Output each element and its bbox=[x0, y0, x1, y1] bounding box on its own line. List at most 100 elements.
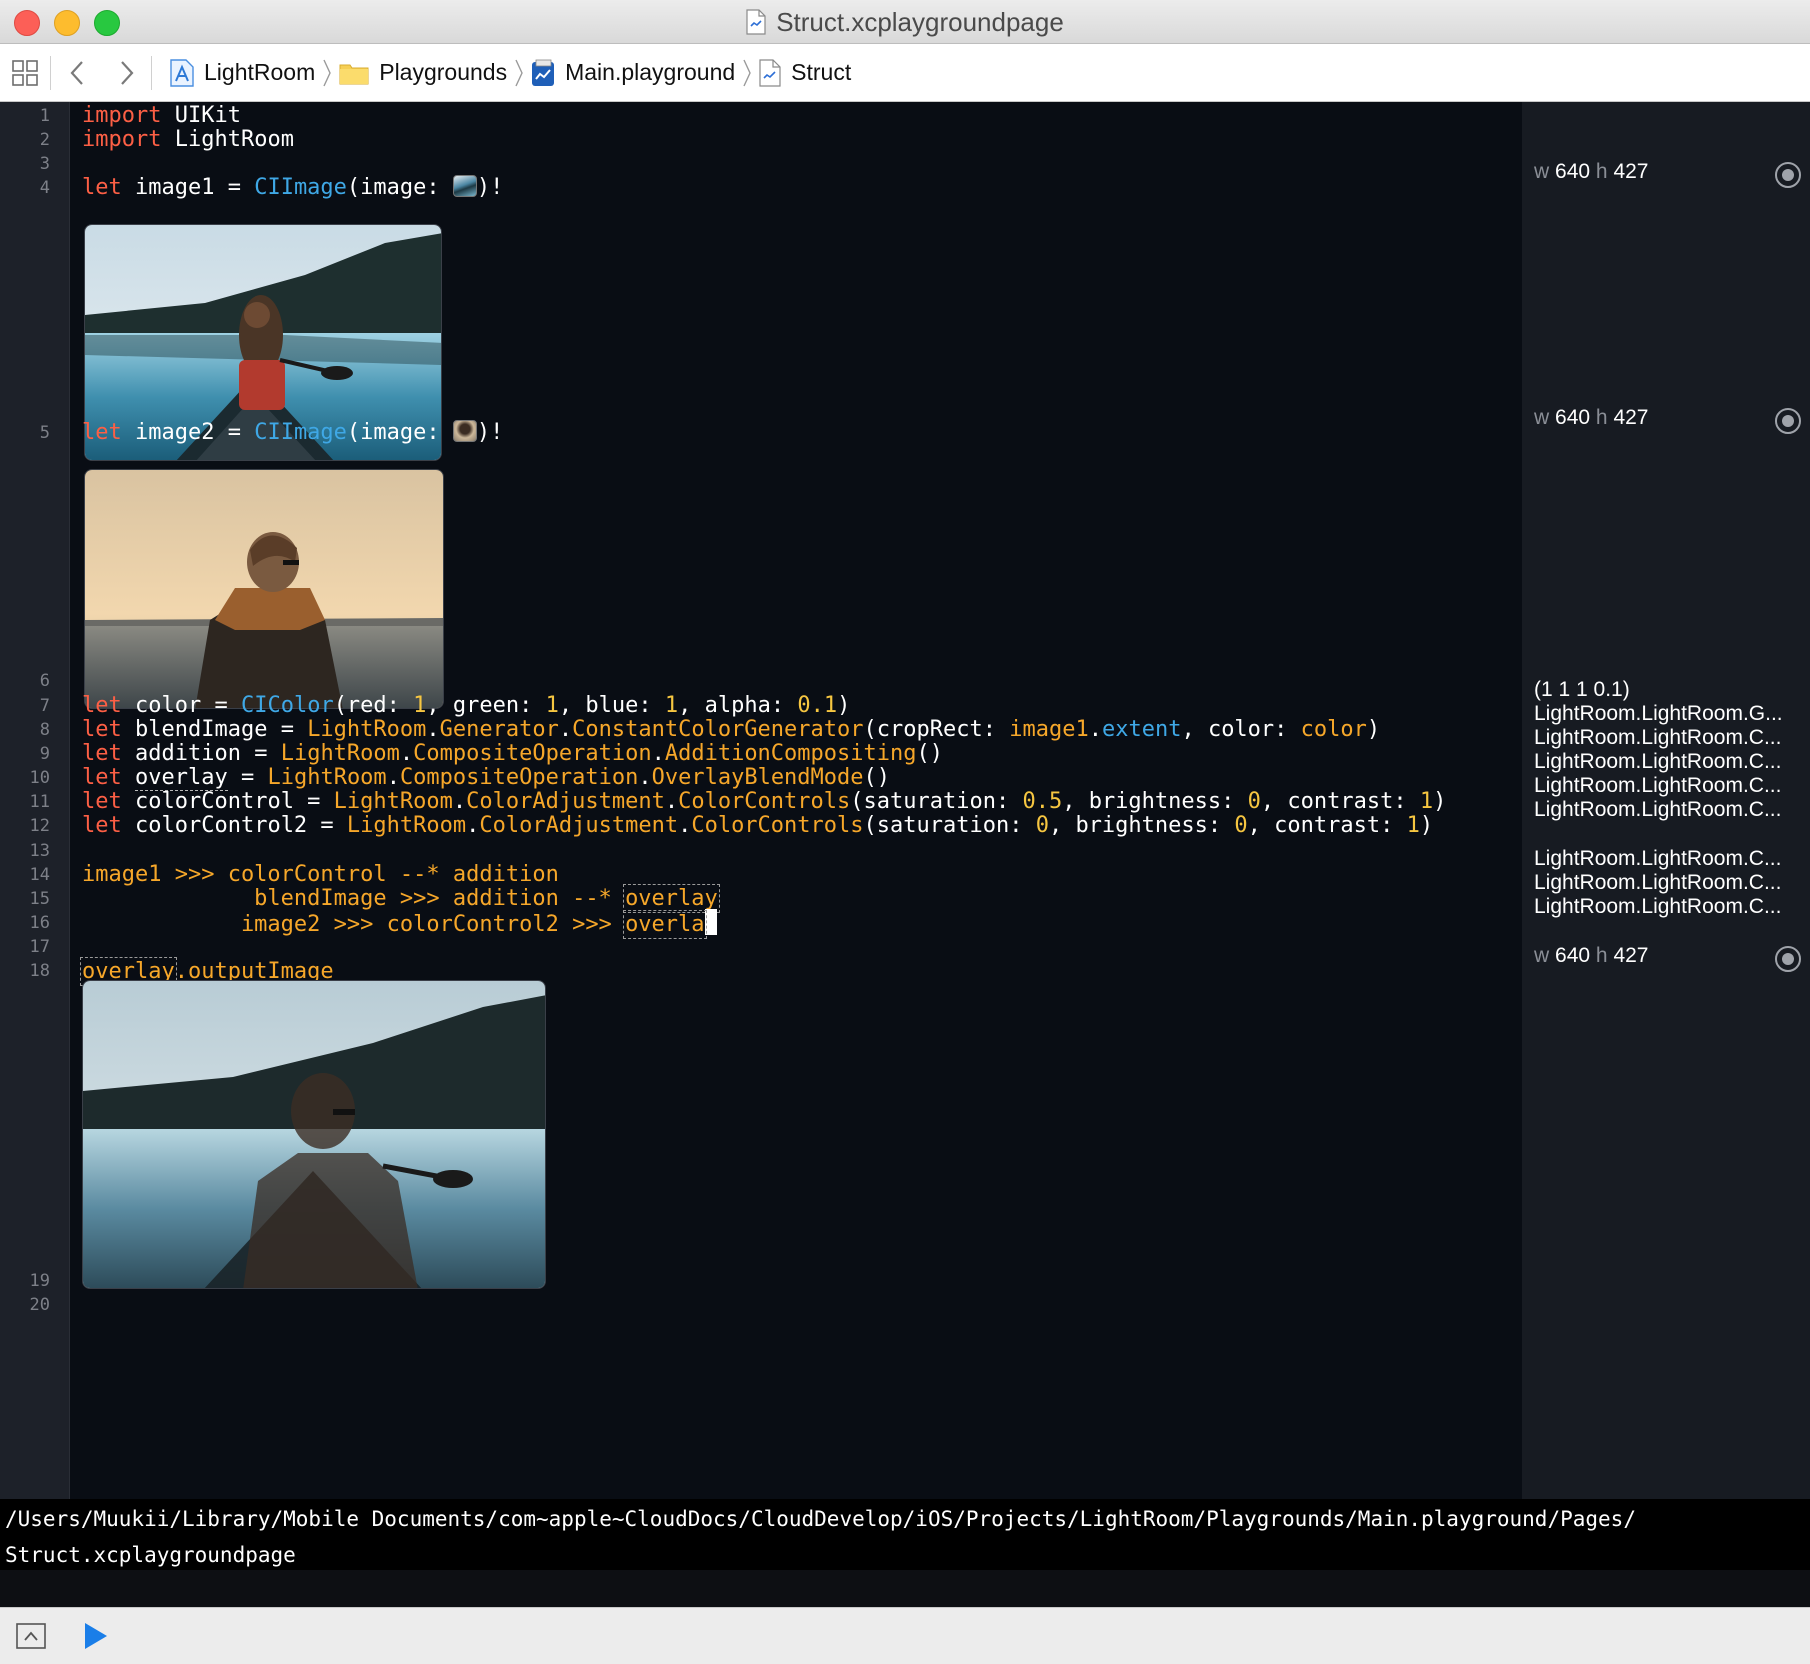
result-image-size[interactable]: w 640 h 427 bbox=[1534, 944, 1802, 968]
result-image-size[interactable]: w 640 h 427 bbox=[1534, 160, 1802, 184]
result-value[interactable]: (1 1 1 0.1) bbox=[1534, 678, 1802, 702]
argument-label: , color: bbox=[1181, 717, 1301, 742]
keyword: let bbox=[82, 420, 122, 445]
identifier: image1 = bbox=[121, 175, 255, 200]
result-value[interactable]: LightRoom.LightRoom.C... bbox=[1534, 847, 1802, 871]
breadcrumb-page[interactable]: Struct bbox=[755, 44, 855, 102]
breadcrumb-project[interactable]: LightRoom bbox=[166, 44, 319, 102]
result-value[interactable]: LightRoom.LightRoom.C... bbox=[1534, 750, 1802, 774]
result-image-size[interactable]: w 640 h 427 bbox=[1534, 406, 1802, 430]
text-cursor bbox=[704, 909, 717, 935]
play-icon bbox=[85, 1623, 107, 1649]
identifier: UIKit bbox=[161, 103, 241, 128]
keyword: let bbox=[82, 693, 122, 718]
result-value[interactable]: LightRoom.LightRoom.C... bbox=[1534, 726, 1802, 750]
line-number: 13 bbox=[29, 841, 50, 861]
breadcrumb-playground[interactable]: Main.playground bbox=[527, 44, 739, 102]
breadcrumb-separator-icon bbox=[319, 56, 335, 90]
line-number: 9 bbox=[39, 744, 50, 764]
jump-bar: LightRoom Playgrounds Main.playground St… bbox=[0, 44, 1810, 102]
punctuation: . bbox=[452, 789, 467, 814]
module-name: LightRoom bbox=[267, 765, 387, 790]
keyword: let bbox=[82, 741, 122, 766]
image-preview-output[interactable] bbox=[82, 980, 546, 1289]
quick-look-icon[interactable] bbox=[1775, 946, 1801, 972]
height-value: 427 bbox=[1613, 944, 1649, 967]
number-literal: 0.5 bbox=[1022, 789, 1063, 814]
punctuation: ) bbox=[837, 693, 851, 718]
result-value[interactable]: LightRoom.LightRoom.C... bbox=[1534, 774, 1802, 798]
code-line-12[interactable]: let colorControl2 = LightRoom.ColorAdjus… bbox=[82, 812, 1433, 840]
highlighted-identifier[interactable]: overla bbox=[623, 910, 707, 939]
breadcrumb-label: Main.playground bbox=[565, 59, 736, 85]
breadcrumb-label: Struct bbox=[791, 59, 852, 85]
height-label: h bbox=[1595, 406, 1608, 429]
punctuation: ) bbox=[1419, 813, 1434, 838]
operator-chain: image1 >>> colorControl --* addition bbox=[82, 862, 559, 887]
blended-output-photo bbox=[83, 981, 545, 1288]
number-literal: 1 bbox=[1406, 813, 1420, 838]
line-number: 19 bbox=[29, 1271, 50, 1291]
code-line-16[interactable]: image2 >>> colorControl2 >>> overla bbox=[82, 909, 717, 939]
punctuation: . bbox=[638, 765, 652, 790]
width-label: w bbox=[1534, 160, 1550, 183]
forward-button[interactable] bbox=[103, 44, 151, 102]
result-value[interactable]: LightRoom.LightRoom.C... bbox=[1534, 798, 1802, 822]
line-number: 2 bbox=[39, 130, 50, 150]
type-name: CIColor bbox=[240, 693, 334, 718]
chevron-right-icon bbox=[121, 60, 134, 85]
breadcrumb-separator-icon bbox=[739, 56, 755, 90]
punctuation: . bbox=[466, 813, 480, 838]
property-name: extent bbox=[1101, 717, 1182, 742]
argument-label: (image: bbox=[346, 175, 453, 200]
type-name: OverlayBlendMode bbox=[651, 765, 864, 790]
sunset-portrait-photo bbox=[85, 470, 443, 708]
code-line-2[interactable]: import LightRoom bbox=[82, 126, 294, 154]
number-literal: 0 bbox=[1035, 813, 1049, 838]
identifier: image1 bbox=[1009, 717, 1089, 742]
result-value[interactable]: LightRoom.LightRoom.C... bbox=[1534, 871, 1802, 895]
highlighted-identifier[interactable]: overlay bbox=[623, 884, 720, 913]
image-literal-thumbnail[interactable] bbox=[452, 175, 477, 197]
identifier: addition = bbox=[121, 741, 281, 766]
jump-bar-divider bbox=[151, 55, 152, 90]
hide-debug-area-button[interactable] bbox=[16, 1622, 46, 1650]
result-value[interactable]: LightRoom.LightRoom.G... bbox=[1534, 702, 1802, 726]
line-number: 14 bbox=[29, 865, 50, 885]
argument-label: , contrast: bbox=[1260, 789, 1420, 814]
type-name: Generator bbox=[439, 717, 559, 742]
keyword: let bbox=[82, 175, 122, 200]
identifier: LightRoom bbox=[161, 127, 294, 152]
punctuation: . bbox=[651, 741, 665, 766]
number-literal: 0 bbox=[1247, 789, 1261, 814]
number-literal: 1 bbox=[545, 693, 559, 718]
image-preview-2[interactable] bbox=[84, 469, 444, 709]
console-line: Struct.xcplaygroundpage bbox=[5, 1543, 296, 1567]
quick-look-icon[interactable] bbox=[1775, 408, 1801, 434]
keyword: let bbox=[82, 765, 122, 790]
type-name: ColorAdjustment bbox=[479, 813, 679, 838]
identifier: image2 = bbox=[121, 420, 255, 445]
window-title: Struct.xcplaygroundpage bbox=[776, 6, 1064, 37]
code-line-4[interactable]: let image1 = CIImage(image: )! bbox=[82, 174, 503, 202]
line-number: 16 bbox=[29, 913, 50, 933]
module-name: LightRoom bbox=[333, 789, 453, 814]
run-playground-button[interactable] bbox=[82, 1620, 110, 1652]
operator-chain: image2 >>> colorControl2 >>> bbox=[82, 912, 626, 937]
line-number: 12 bbox=[29, 816, 50, 836]
keyword: let bbox=[82, 717, 122, 742]
debug-console[interactable]: /Users/Muukii/Library/Mobile Documents/c… bbox=[0, 1499, 1810, 1570]
width-label: w bbox=[1534, 944, 1550, 967]
code-line-5[interactable]: let image2 = CIImage(image: )! bbox=[82, 419, 503, 447]
line-number: 3 bbox=[39, 154, 50, 174]
folder-icon bbox=[339, 64, 369, 84]
quick-look-icon[interactable] bbox=[1775, 162, 1801, 188]
source-editor[interactable]: 1 2 3 4 5 6 7 8 9 10 11 12 13 14 15 16 1… bbox=[0, 102, 1810, 1499]
result-value[interactable]: LightRoom.LightRoom.C... bbox=[1534, 895, 1802, 919]
number-literal: 0.1 bbox=[797, 693, 838, 718]
related-items-button[interactable] bbox=[0, 44, 50, 102]
back-button[interactable] bbox=[51, 44, 103, 102]
image-literal-thumbnail[interactable] bbox=[452, 420, 477, 442]
breadcrumb-folder[interactable]: Playgrounds bbox=[335, 44, 511, 102]
